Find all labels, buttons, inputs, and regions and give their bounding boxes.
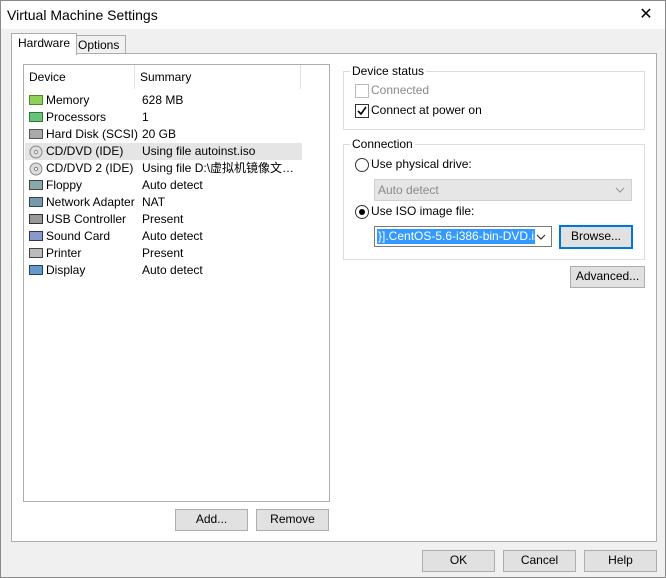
device-name: Memory [46,93,90,107]
remove-button[interactable]: Remove [256,509,329,531]
device-summary: Auto detect [142,178,203,192]
browse-button[interactable]: Browse... [559,225,633,249]
device-summary: Present [142,212,184,226]
ok-button[interactable]: OK [422,550,495,572]
floppy-icon [29,179,43,191]
connect-at-power-on-label: Connect at power on [371,103,482,117]
device-summary: Using file autoinst.iso [142,144,256,158]
device-row[interactable]: Hard Disk (SCSI) 20 GB [25,126,302,143]
device-name: Processors [46,110,107,124]
column-header-device[interactable]: Device [24,65,135,89]
device-row[interactable]: Printer Present [25,245,302,262]
physical-drive-select-value: Auto detect [378,183,439,197]
device-row[interactable]: Memory 628 MB [25,92,302,109]
device-name: Hard Disk (SCSI) [46,127,139,141]
device-name: USB Controller [46,212,127,226]
connect-at-power-on-checkbox[interactable] [355,104,369,118]
tab-hardware[interactable]: Hardware [11,33,78,55]
help-button[interactable]: Help [584,550,657,572]
cd-dvd-icon [29,162,43,176]
device-name: Sound Card [46,229,111,243]
checkmark-icon [357,106,367,116]
device-summary: Auto detect [142,263,203,277]
printer-icon [29,247,43,259]
device-name: Printer [46,246,82,260]
use-physical-drive-label: Use physical drive: [371,157,472,171]
device-summary: Using file D:\虚拟机镜像文… [142,161,295,175]
device-summary: 628 MB [142,93,184,107]
iso-path-value: }].CentOS-5.6-i386-bin-DVD.iso [377,229,535,244]
iso-path-input[interactable]: }].CentOS-5.6-i386-bin-DVD.iso [374,226,552,247]
connected-label: Connected [371,83,430,97]
resize-edge [660,71,663,541]
cd-dvd-icon [29,145,43,159]
title-bar: Virtual Machine Settings ✕ [1,1,665,29]
device-row[interactable]: Floppy Auto detect [25,177,302,194]
device-status-group: Device status Connected Connect at power… [343,64,645,130]
device-name: CD/DVD (IDE) [46,144,124,158]
display-icon [29,264,43,276]
connection-group: Connection Use physical drive: Auto dete… [343,137,645,260]
chevron-down-icon[interactable] [536,234,546,240]
device-status-title: Device status [350,64,427,78]
sound-card-icon [29,230,43,242]
network-adapter-icon [29,196,43,208]
device-row[interactable]: Display Auto detect [25,262,302,279]
device-row[interactable]: USB Controller Present [25,211,302,228]
hard-disk-icon [29,128,43,140]
device-summary: NAT [142,195,166,209]
use-iso-image-radio[interactable] [355,205,369,219]
device-name: Display [46,263,86,277]
device-name: CD/DVD 2 (IDE) [46,161,134,175]
connected-checkbox[interactable] [355,84,369,98]
device-summary: 20 GB [142,127,177,141]
use-iso-image-label: Use ISO image file: [371,204,475,218]
device-name: Network Adapter [46,195,135,209]
device-summary: Present [142,246,184,260]
device-summary: 1 [142,110,149,124]
device-row[interactable]: CD/DVD (IDE) Using file autoinst.iso [25,143,302,160]
memory-icon [29,94,43,106]
chevron-down-icon [615,187,625,193]
device-list[interactable]: Device Summary Memory 628 MB Processors 1 Ha… [23,64,330,502]
device-name: Floppy [46,178,83,192]
device-summary: Auto detect [142,229,203,243]
connection-title: Connection [350,137,415,151]
advanced-button[interactable]: Advanced... [570,266,645,288]
cancel-button[interactable]: Cancel [503,550,576,572]
window-title: Virtual Machine Settings [7,7,158,23]
physical-drive-select[interactable]: Auto detect [374,179,632,201]
column-header-summary[interactable]: Summary [135,65,301,89]
usb-icon [29,213,43,225]
add-button[interactable]: Add... [175,509,248,531]
use-physical-drive-radio[interactable] [355,158,369,172]
processor-icon [29,111,43,123]
close-icon[interactable]: ✕ [635,4,657,26]
device-row[interactable]: Processors 1 [25,109,302,126]
device-row[interactable]: Network Adapter NAT [25,194,302,211]
device-row[interactable]: CD/DVD 2 (IDE) Using file D:\虚拟机镜像文… [25,160,302,177]
settings-window: Virtual Machine Settings ✕ Hardware Opti… [0,0,666,578]
device-row[interactable]: Sound Card Auto detect [25,228,302,245]
